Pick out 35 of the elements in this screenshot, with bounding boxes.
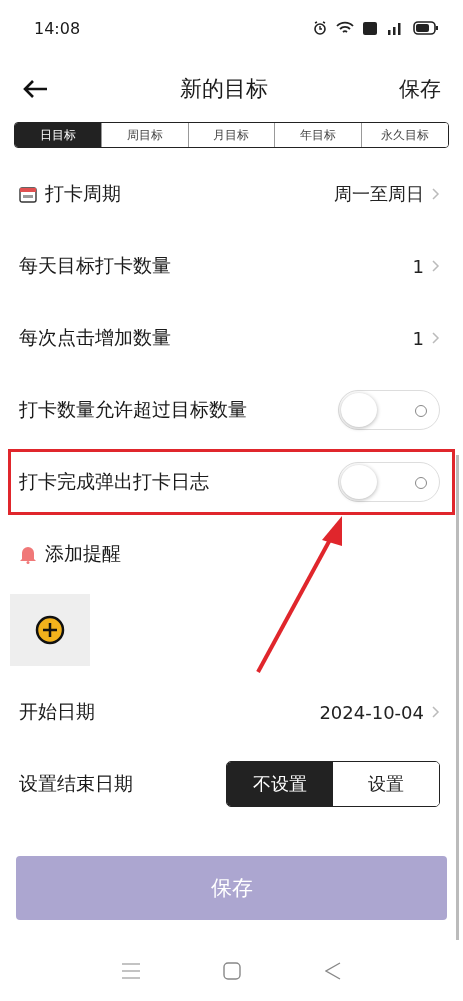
start-date-label: 开始日期 — [19, 699, 96, 724]
add-reminder-button[interactable] — [10, 594, 90, 666]
signal-icon — [386, 21, 404, 35]
start-date-value[interactable]: 2024-10-04 — [319, 701, 424, 723]
toggle-switch[interactable] — [338, 462, 440, 502]
alarm-icon — [313, 21, 327, 35]
back-arrow-icon[interactable] — [22, 79, 48, 99]
goal-tab[interactable]: 永久目标 — [361, 123, 448, 147]
setting-value[interactable]: 1 — [412, 327, 424, 349]
setting-label: 打卡数量允许超过目标数量 — [19, 397, 248, 422]
setting-label: 打卡周期 — [45, 181, 122, 206]
setting-value[interactable]: 周一至周日 — [334, 182, 424, 206]
chevron-right-icon — [432, 260, 440, 272]
setting-label: 每天目标打卡数量 — [19, 253, 172, 278]
battery-icon — [413, 21, 439, 35]
home-square-icon[interactable] — [223, 962, 242, 980]
segment-option[interactable]: 不设置 — [227, 762, 333, 806]
setting-label: 打卡完成弹出打卡日志 — [19, 469, 210, 494]
chevron-right-icon — [432, 188, 440, 200]
chevron-right-icon — [432, 332, 440, 344]
bell-icon — [19, 544, 37, 564]
end-date-label: 设置结束日期 — [19, 771, 134, 796]
chevron-right-icon — [432, 706, 440, 718]
setting-label: 每次点击增加数量 — [19, 325, 172, 350]
menu-icon[interactable] — [121, 963, 140, 979]
save-link[interactable]: 保存 — [399, 75, 441, 103]
toggle-switch[interactable] — [338, 390, 440, 430]
calendar-icon — [19, 185, 37, 203]
page-title: 新的目标 — [179, 75, 268, 103]
goal-tab[interactable]: 日目标 — [15, 123, 101, 147]
reminder-label: 添加提醒 — [45, 541, 122, 566]
setting-value[interactable]: 1 — [412, 255, 424, 277]
wifi-icon — [336, 21, 354, 35]
plus-circle-icon — [35, 615, 65, 645]
status-time: 14:08 — [34, 18, 81, 38]
